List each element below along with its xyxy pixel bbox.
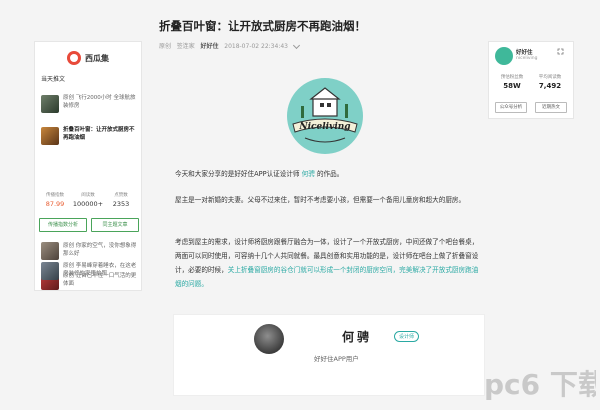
fans-stat: 预估粉丝数 58W (493, 74, 531, 90)
list-item-text: 原创 飞行2000小时 全球航旅装修房 (63, 95, 136, 109)
stat-label: 传播指数 (46, 193, 64, 198)
account-id: niceliving (516, 56, 538, 61)
list-item-active[interactable]: 折叠百叶窗：让开放式厨房不再跑油烟 (41, 126, 137, 150)
watermark-logo: pc6 下载站 (480, 360, 600, 404)
pc6-watermark-icon: pc6 下载站 (484, 368, 600, 401)
designer-link[interactable]: 何骋 (302, 170, 315, 178)
designer-badge: 设计师 (394, 331, 420, 342)
paragraph-2: 屋主是一对新婚的夫妻。父母不过来住，暂时不考虑要小孩，但需要一个备用儿童房和超大… (175, 196, 466, 204)
paragraph-1: 今天和大家分享的是好好住APP认证设计师 何骋 的作品。 (175, 167, 480, 181)
designer-name: 何骋 (342, 330, 373, 344)
designer-subtitle: 好好住APP用户 (314, 355, 359, 363)
account-name[interactable]: 好好住 (516, 48, 533, 56)
hero-text: Niceliving (298, 122, 350, 132)
paragraph-3: 考虑到屋主的需求，设计师将厨房跟餐厅融合为一体，设计了一个开放式厨房，中间还做了… (175, 235, 480, 291)
article-title: 折叠百叶窗：让开放式厨房不再跑油烟！ (159, 19, 366, 33)
right-sidebar: 好好住 niceliving 预估粉丝数 58W 平均阅读数 7,492 公众号… (488, 41, 574, 119)
stat-value: 58W (503, 82, 521, 90)
stat-label: 平均阅读数 (538, 75, 562, 80)
list-item-text: 折叠百叶窗：让开放式厨房不再跑油烟 (63, 127, 135, 141)
niceliving-logo: Niceliving (287, 78, 363, 154)
stat-value: 7,492 (538, 82, 562, 90)
designer-card[interactable]: 何骋 设计师 好好住APP用户 (173, 314, 485, 396)
list-item-text: 原创 李易峰穿着睡衣，在这老房装修的家里拍照 (63, 263, 137, 277)
article-meta: 原创 签连家 好好住 2018-07-02 22:34:43 (159, 41, 300, 50)
avatar (254, 324, 284, 354)
article: 折叠百叶窗：让开放式厨房不再跑油烟！ 原创 签连家 好好住 2018-07-02… (145, 0, 485, 410)
recent-hot-button[interactable]: 近期热文 (535, 102, 567, 113)
section-title: 当天推文 (41, 76, 66, 83)
author[interactable]: 好好住 (201, 43, 219, 50)
p1-text-end: 的作品。 (316, 170, 344, 178)
left-sidebar: 西瓜集 当天推文 原创 飞行2000小时 全球航旅装修房 折叠百叶窗：让开放式厨… (34, 41, 142, 291)
xiguaji-logo-icon (67, 51, 81, 65)
original-tag: 原创 (159, 43, 172, 50)
datetime: 2018-07-02 22:34:43 (224, 43, 288, 50)
account-avatar (495, 47, 513, 65)
stat-label: 点赞数 (114, 193, 128, 198)
watermark-text: pc6 下载站 (484, 368, 596, 401)
p1-text: 今天和大家分享的是好好住APP认证设计师 (175, 170, 300, 178)
thumbnail (41, 127, 59, 145)
account-analysis-button[interactable]: 公众号分析 (495, 102, 527, 113)
expand-icon[interactable] (557, 48, 564, 55)
thumbnail (41, 95, 59, 113)
thumbnail (41, 262, 59, 280)
chevron-down-icon[interactable] (292, 41, 300, 50)
reads-stat: 平均阅读数 7,492 (531, 74, 569, 90)
stat-label: 阅读数 (81, 193, 95, 198)
list-item[interactable]: 原创 李易峰穿着睡衣，在这老房装修的家里拍照 (41, 222, 137, 280)
brand[interactable]: 西瓜集 (35, 48, 141, 68)
list-item[interactable]: 原创 飞行2000小时 全球航旅装修房 (41, 94, 137, 118)
stat-label: 预估粉丝数 (500, 75, 524, 80)
editor: 签连家 (176, 43, 195, 50)
brand-name: 西瓜集 (85, 53, 109, 63)
